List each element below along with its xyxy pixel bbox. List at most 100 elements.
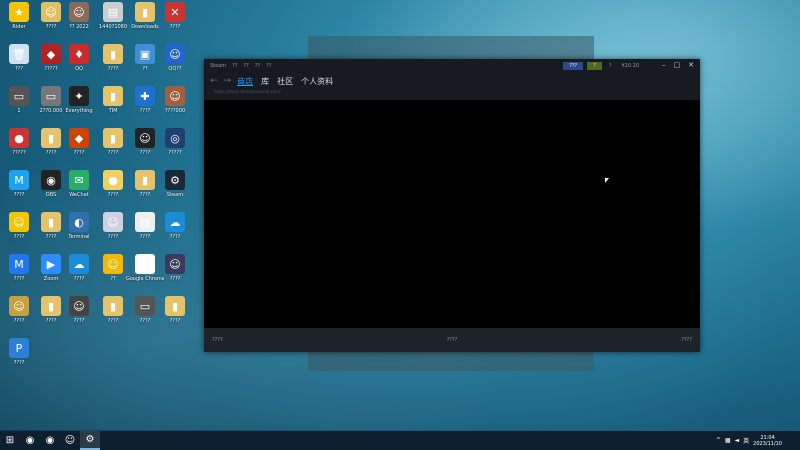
taskbar-chrome[interactable]: ◉ (40, 431, 60, 450)
steam-menu-4[interactable]: ?? (255, 63, 260, 69)
downloads-button[interactable]: ???? (447, 337, 458, 343)
app-icon: ▮ (103, 86, 123, 106)
app-icon: ✦ (69, 86, 89, 106)
desktop-icon-label: ???? (169, 318, 181, 324)
desktop-icon-label: QQ (75, 66, 83, 72)
app-icon: ▤ (135, 212, 155, 232)
desktop-icon[interactable]: ☁???? (60, 254, 98, 282)
taskbar-app-3[interactable]: ☺ (60, 431, 80, 450)
app-icon: ☺ (41, 2, 61, 22)
app-icon: ● (103, 170, 123, 190)
tab-store[interactable]: 商店 (237, 76, 253, 87)
maximize-icon[interactable]: □ (674, 61, 681, 69)
desktop-icon-label: 2??0.000 (39, 108, 63, 114)
minimize-icon[interactable]: – (662, 61, 666, 69)
desktop-icon-label: ??? (15, 66, 23, 72)
chevron-up-icon[interactable]: ^ (716, 437, 721, 444)
desktop-icon[interactable]: ☁???? (156, 212, 194, 240)
desktop-icon-label: Everything (65, 108, 93, 114)
steam-footer: ???? ???? ???? (204, 328, 700, 352)
steam-notify-button[interactable]: ??? (563, 62, 584, 70)
taskbar: ⊞ ◉ ◉ ☺ ⚙ ^ ▦ ◄ 英 21:04 2023/11/10 (0, 431, 800, 450)
desktop-icon-label: ???? (139, 150, 151, 156)
taskbar-app-1[interactable]: ◉ (20, 431, 40, 450)
desktop-icon-label: ?? (110, 276, 116, 282)
desktop-icon[interactable]: ▮???? (156, 296, 194, 324)
app-icon: ◉ (135, 254, 155, 274)
clock[interactable]: 21:04 2023/11/10 (753, 435, 782, 447)
desktop-icon[interactable]: ◎????? (156, 128, 194, 156)
input-language[interactable]: 英 (743, 436, 749, 445)
steam-menu-5[interactable]: ?? (266, 63, 271, 69)
desktop-icon[interactable]: ◐ Terminal (60, 212, 98, 240)
app-icon: ▮ (165, 296, 185, 316)
steam-menu-2[interactable]: ?? (232, 63, 237, 69)
desktop-icon-label: ???? (107, 234, 119, 240)
app-icon: ▮ (41, 296, 61, 316)
desktop-icon-label: ???? (107, 66, 119, 72)
desktop-icon-label: ???? (107, 192, 119, 198)
volume-icon[interactable]: ◄ (735, 437, 740, 444)
app-icon: ▭ (9, 86, 29, 106)
system-tray: ^ ▦ ◄ 英 21:04 2023/11/10 (716, 431, 782, 450)
back-arrow-icon[interactable]: ← (210, 76, 218, 86)
desktop-icon[interactable]: ✦ Everything (60, 86, 98, 114)
desktop-icon[interactable]: ⚙ Steam (156, 170, 194, 198)
desktop-icon-label: QQ?? (168, 66, 182, 72)
desktop-icon[interactable]: ☺???? (156, 254, 194, 282)
desktop-icon-label: ???? (13, 318, 25, 324)
close-icon[interactable]: ✕ (688, 61, 694, 69)
tab-profile[interactable]: 个人资料 (301, 76, 333, 87)
app-icon: ☺ (69, 296, 89, 316)
app-icon: ✚ (135, 86, 155, 106)
app-icon: ✉ (69, 170, 89, 190)
desktop-icon[interactable]: ♦ QQ (60, 44, 98, 72)
desktop-icon-label: ???? (139, 234, 151, 240)
app-icon: ☺ (135, 128, 155, 148)
desktop-icon-label: Zoom (43, 276, 59, 282)
app-icon: M (9, 254, 29, 274)
tab-library[interactable]: 库 (261, 76, 269, 87)
app-icon: ☺ (9, 296, 29, 316)
app-icon: ☁ (69, 254, 89, 274)
app-icon: ▭ (41, 86, 61, 106)
desktop-icon[interactable]: ◆???? (60, 128, 98, 156)
taskbar-start-button[interactable]: ⊞ (0, 431, 20, 450)
desktop-icon-label: ???? (73, 150, 85, 156)
steam-window[interactable]: Steam ?? ?? ?? ?? ??? ? ? ¥20.20 – □ ✕ ←… (204, 59, 700, 352)
desktop-icon-label: TIM (108, 108, 118, 114)
steam-menu-3[interactable]: ?? (243, 63, 248, 69)
app-icon: ▶ (41, 254, 61, 274)
clock-date: 2023/11/10 (753, 440, 782, 447)
app-icon: ▮ (103, 128, 123, 148)
steam-help-button[interactable]: ? (606, 62, 615, 70)
steam-menu-steam[interactable]: Steam (210, 63, 226, 69)
desktop-icon-label: OBS (45, 192, 57, 198)
desktop-icon[interactable]: ✉ WeChat (60, 170, 98, 198)
app-icon: ◐ (69, 212, 89, 232)
steam-green-button[interactable]: ? (587, 62, 602, 70)
steam-url-bar[interactable]: https://store.steampowered.com/ (204, 89, 700, 99)
forward-arrow-icon[interactable]: → (224, 76, 232, 86)
desktop-icon-label: ???? (139, 318, 151, 324)
desktop-icon[interactable]: ☺ ?? 2022 (60, 2, 98, 30)
tab-community[interactable]: 社区 (277, 76, 293, 87)
network-icon[interactable]: ▦ (725, 437, 731, 444)
steam-content-area[interactable] (204, 100, 700, 328)
desktop-icon-label: Downloads (131, 24, 159, 30)
steam-wallet[interactable]: ¥20.20 (619, 62, 643, 70)
app-icon: ▮ (41, 128, 61, 148)
desktop-icon[interactable]: ☺???? (60, 296, 98, 324)
desktop-icon-label: ????000 (164, 108, 186, 114)
desktop-icon-label: ???? (139, 108, 151, 114)
friends-chat-button[interactable]: ???? (681, 337, 692, 343)
desktop-icon-label: ???? (169, 24, 181, 30)
desktop-icon[interactable]: ☺ QQ?? (156, 44, 194, 72)
add-game-button[interactable]: ???? (212, 337, 223, 343)
desktop-icon[interactable]: ☺ ????000 (156, 86, 194, 114)
desktop-icon[interactable]: ✕???? (156, 2, 194, 30)
app-icon: ● (9, 128, 29, 148)
desktop-icon[interactable]: P???? (0, 338, 38, 366)
taskbar-steam[interactable]: ⚙ (80, 431, 100, 450)
app-icon: M (9, 170, 29, 190)
